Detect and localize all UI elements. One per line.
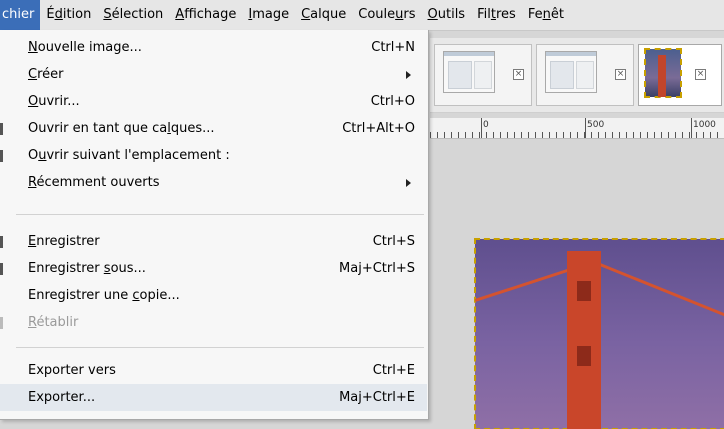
separator <box>16 347 424 348</box>
menu-item-nouvelle-image[interactable]: Nouvelle image... Ctrl+N <box>0 34 427 61</box>
image-tab[interactable]: × <box>434 44 532 106</box>
shortcut: Ctrl+E <box>372 363 415 378</box>
menu-fichier[interactable]: chier <box>0 0 41 30</box>
menu-item-ouvrir[interactable]: Ouvrir... Ctrl+O <box>0 88 427 115</box>
shortcut: Maj+Ctrl+E <box>339 390 415 405</box>
menu-selection[interactable]: Sélection <box>97 0 169 30</box>
shortcut: Ctrl+Alt+O <box>342 121 415 136</box>
image-tab-active[interactable]: × <box>638 44 722 106</box>
shortcut: Ctrl+S <box>372 234 415 249</box>
ruler-label: 0 <box>483 120 489 130</box>
image-tabs: × × × <box>430 38 724 113</box>
menu-filtres[interactable]: Filtres <box>471 0 522 30</box>
save-as-icon <box>0 263 3 275</box>
menu-fenetres[interactable]: Fenêt <box>522 0 570 30</box>
menu-image[interactable]: Image <box>242 0 295 30</box>
submenu-arrow-icon <box>406 71 411 79</box>
horizontal-ruler[interactable]: 0 500 1000 <box>430 118 724 139</box>
close-icon[interactable]: × <box>513 69 524 80</box>
separator <box>16 214 424 215</box>
image-thumbnail <box>644 48 682 98</box>
menu-calque[interactable]: Calque <box>295 0 352 30</box>
menu-item-exporter-vers[interactable]: Exporter vers Ctrl+E <box>0 357 427 384</box>
close-icon[interactable]: × <box>615 69 626 80</box>
menu-item-enregistrer[interactable]: Enregistrer Ctrl+S <box>0 228 427 255</box>
close-icon[interactable]: × <box>695 69 706 80</box>
menu-affichage[interactable]: Affichage <box>169 0 242 30</box>
image-thumbnail <box>443 51 495 93</box>
menu-item-ouvrir-emplacement[interactable]: Ouvrir suivant l'emplacement : <box>0 142 427 169</box>
menu-item-recemment-ouverts[interactable]: Récemment ouverts <box>0 169 427 196</box>
bridge-photo <box>474 238 724 429</box>
menu-item-enregistrer-copie[interactable]: Enregistrer une copie... <box>0 282 427 309</box>
revert-icon <box>0 317 3 329</box>
submenu-arrow-icon <box>406 179 411 187</box>
menu-item-enregistrer-sous[interactable]: Enregistrer sous... Maj+Ctrl+S <box>0 255 427 282</box>
menu-item-ouvrir-calques[interactable]: Ouvrir en tant que calques... Ctrl+Alt+O <box>0 115 427 142</box>
menu-item-creer[interactable]: Créer <box>0 61 427 88</box>
layers-icon <box>0 123 3 135</box>
menu-couleurs[interactable]: Couleurs <box>352 0 421 30</box>
location-icon <box>0 150 3 162</box>
ruler-label: 1000 <box>693 120 716 130</box>
file-menu: Nouvelle image... Ctrl+N Créer Ouvrir...… <box>0 30 429 420</box>
ruler-label: 500 <box>587 120 605 130</box>
menu-item-exporter[interactable]: Exporter... Maj+Ctrl+E <box>0 384 427 411</box>
image-thumbnail <box>545 51 597 93</box>
menu-item-retablir: Rétablir <box>0 309 427 336</box>
menu-edition[interactable]: Édition <box>40 0 97 30</box>
menu-outils[interactable]: Outils <box>422 0 472 30</box>
shortcut: Maj+Ctrl+S <box>339 261 415 276</box>
shortcut: Ctrl+N <box>371 40 415 55</box>
menubar: chier Édition Sélection Affichage Image … <box>0 0 724 31</box>
shortcut: Ctrl+O <box>370 94 415 109</box>
save-icon <box>0 236 3 248</box>
image-canvas[interactable] <box>430 139 724 429</box>
image-tab[interactable]: × <box>536 44 634 106</box>
